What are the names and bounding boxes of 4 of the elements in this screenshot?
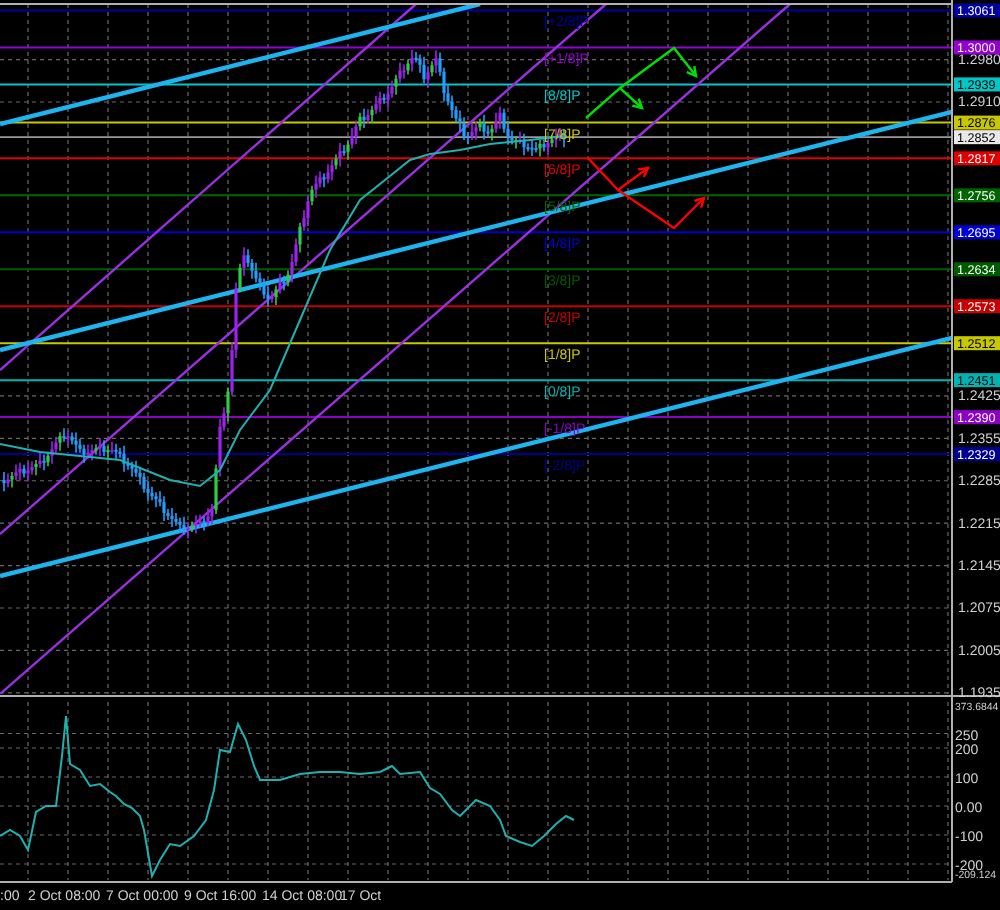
arrow-drawing (619, 46, 698, 89)
arrow-drawing (587, 157, 650, 192)
arrow-drawing (617, 189, 706, 230)
arrow-drawing (585, 86, 644, 119)
